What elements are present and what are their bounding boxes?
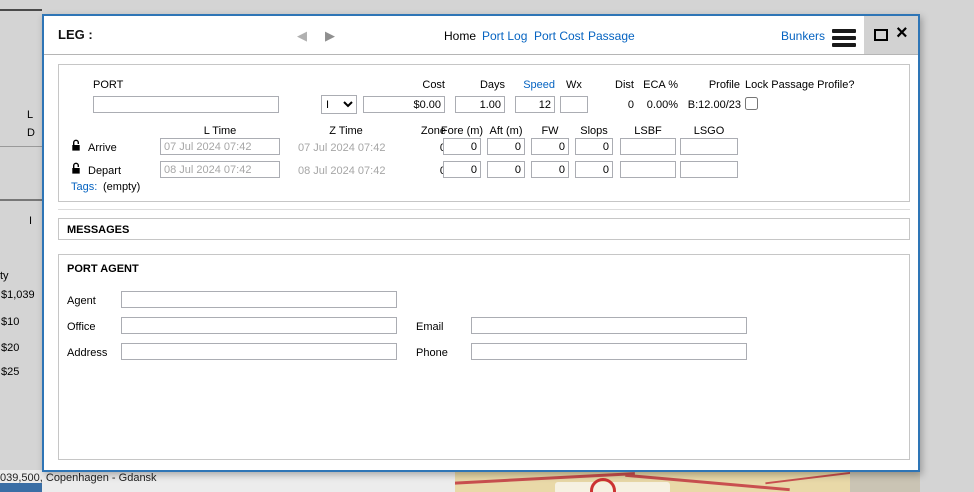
map-area-gray xyxy=(850,470,920,492)
tags-value: (empty) xyxy=(103,181,140,193)
agent-input[interactable] xyxy=(121,291,397,308)
bg-cell: D xyxy=(27,127,35,139)
depart-lsgo-input[interactable] xyxy=(680,161,738,178)
nav-home[interactable]: Home xyxy=(444,29,476,43)
dist-value: 0 xyxy=(600,99,634,111)
leg-type-select[interactable]: I xyxy=(321,95,357,114)
aft-header: Aft (m) xyxy=(484,125,528,137)
next-leg-icon[interactable]: ▶ xyxy=(325,28,335,44)
tags-link[interactable]: Tags: xyxy=(71,181,97,193)
bg-cell: $10 xyxy=(1,316,19,328)
bg-cell: $20 xyxy=(1,342,19,354)
bg-cell: L xyxy=(27,109,33,121)
email-label: Email xyxy=(416,321,444,333)
cost-label: Cost xyxy=(363,79,445,91)
map-water xyxy=(0,483,42,492)
unlock-icon[interactable] xyxy=(71,139,82,155)
map-marker-circle xyxy=(590,478,616,492)
map-region xyxy=(455,470,920,492)
port-agent-section: PORT AGENT Agent Office Email Address Ph… xyxy=(58,254,910,460)
profile-value: B:12.00/23 xyxy=(641,99,741,111)
port-input[interactable] xyxy=(93,96,279,113)
arrive-zone: 0 xyxy=(406,142,446,154)
messages-title: MESSAGES xyxy=(67,224,129,236)
bg-table-row-border xyxy=(0,146,42,147)
bg-cell: I xyxy=(29,215,32,227)
depart-aft-input[interactable] xyxy=(487,161,525,178)
unlock-icon[interactable] xyxy=(71,162,82,178)
leg-details-section: PORT Cost Days Speed Wx Dist ECA % Profi… xyxy=(58,64,910,202)
port-agent-title: PORT AGENT xyxy=(67,263,139,275)
arrive-lsgo-input[interactable] xyxy=(680,138,738,155)
bg-cell: $25 xyxy=(1,366,19,378)
nav-bunkers[interactable]: Bunkers xyxy=(781,29,825,43)
phone-label: Phone xyxy=(416,347,448,359)
arrive-ztime: 07 Jul 2024 07:42 xyxy=(298,142,385,154)
office-input[interactable] xyxy=(121,317,397,334)
depart-fore-input[interactable] xyxy=(443,161,481,178)
fw-header: FW xyxy=(531,125,569,137)
port-label: PORT xyxy=(93,79,123,91)
arrive-label: Arrive xyxy=(88,142,117,154)
status-bar: 039,500, Copenhagen - Gdansk xyxy=(0,470,455,492)
speed-label[interactable]: Speed xyxy=(515,79,555,91)
days-label: Days xyxy=(455,79,505,91)
speed-input[interactable] xyxy=(515,96,555,113)
hamburger-menu-icon[interactable] xyxy=(832,26,856,50)
maximize-icon[interactable] xyxy=(874,29,888,41)
arrive-fore-input[interactable] xyxy=(443,138,481,155)
prev-leg-icon[interactable]: ◀ xyxy=(297,28,307,44)
bg-table-section-border xyxy=(0,199,42,201)
header-divider xyxy=(44,54,918,55)
arrive-fw-input[interactable] xyxy=(531,138,569,155)
address-input[interactable] xyxy=(121,343,397,360)
office-label: Office xyxy=(67,321,96,333)
lock-passage-checkbox[interactable] xyxy=(745,97,758,110)
window-controls-background xyxy=(864,16,918,54)
wx-label: Wx xyxy=(560,79,588,91)
close-icon[interactable]: × xyxy=(896,25,908,41)
fore-header: Fore (m) xyxy=(440,125,484,137)
bg-cell: $1,039 xyxy=(1,289,35,301)
nav-port-cost[interactable]: Port Cost xyxy=(534,29,584,43)
dialog-title: LEG : xyxy=(58,27,93,42)
slops-header: Slops xyxy=(572,125,616,137)
depart-ztime: 08 Jul 2024 07:42 xyxy=(298,165,385,177)
messages-section: MESSAGES xyxy=(58,218,910,240)
lsgo-header: LSGO xyxy=(680,125,738,137)
depart-slops-input[interactable] xyxy=(575,161,613,178)
arrive-slops-input[interactable] xyxy=(575,138,613,155)
days-input[interactable] xyxy=(455,96,505,113)
depart-ltime-input[interactable] xyxy=(160,161,280,178)
leg-dialog: LEG : ◀ ▶ Home Port Log Port Cost Passag… xyxy=(42,14,920,472)
bg-cell: ty xyxy=(0,270,9,282)
depart-lsbf-input[interactable] xyxy=(620,161,676,178)
section-separator xyxy=(58,209,910,210)
bg-table-top-border xyxy=(0,9,42,11)
email-input[interactable] xyxy=(471,317,747,334)
nav-port-log[interactable]: Port Log xyxy=(482,29,527,43)
depart-zone: 0 xyxy=(406,165,446,177)
dist-label: Dist xyxy=(600,79,634,91)
wx-input[interactable] xyxy=(560,96,588,113)
depart-label: Depart xyxy=(88,165,121,177)
lock-passage-label: Lock Passage Profile? xyxy=(745,79,854,91)
phone-input[interactable] xyxy=(471,343,747,360)
arrive-ltime-input[interactable] xyxy=(160,138,280,155)
ztime-header: Z Time xyxy=(298,125,394,137)
cost-input[interactable] xyxy=(363,96,445,113)
arrive-lsbf-input[interactable] xyxy=(620,138,676,155)
depart-fw-input[interactable] xyxy=(531,161,569,178)
profile-label: Profile xyxy=(660,79,740,91)
nav-passage[interactable]: Passage xyxy=(588,29,635,43)
ltime-header: L Time xyxy=(160,125,280,137)
screen: L D I ty $1,039 $10 $20 $25 039,500, Cop… xyxy=(0,0,974,492)
address-label: Address xyxy=(67,347,107,359)
lsbf-header: LSBF xyxy=(620,125,676,137)
arrive-aft-input[interactable] xyxy=(487,138,525,155)
agent-label: Agent xyxy=(67,295,96,307)
